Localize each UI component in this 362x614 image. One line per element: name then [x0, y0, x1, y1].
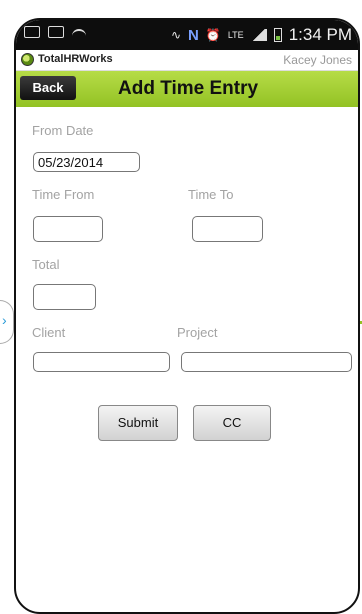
- title-bar: Back Add Time Entry: [16, 71, 358, 107]
- status-bar: ∿ N ⏰ LTE 1:34 PM: [16, 20, 358, 50]
- project-field[interactable]: [181, 352, 352, 372]
- status-icons-right: ∿ N ⏰ LTE 1:34 PM: [171, 25, 352, 45]
- side-panel-handle[interactable]: ›: [0, 300, 14, 344]
- app-name: TotalHRWorks: [38, 53, 113, 65]
- page-title: Add Time Entry: [118, 78, 259, 99]
- from-date-field[interactable]: [33, 152, 140, 172]
- app-logo-icon: [21, 53, 34, 66]
- time-to-field[interactable]: [192, 216, 263, 242]
- back-button[interactable]: Back: [20, 76, 76, 100]
- cc-button[interactable]: CC: [193, 405, 271, 441]
- signal-icon: [250, 29, 267, 41]
- lte-icon: LTE: [227, 30, 244, 40]
- nfc-icon: N: [188, 26, 199, 44]
- time-to-label: Time To: [188, 187, 234, 202]
- from-date-label: From Date: [32, 123, 94, 138]
- project-label: Project: [177, 325, 218, 340]
- user-name: Kacey Jones: [283, 53, 352, 67]
- submit-button[interactable]: Submit: [98, 405, 178, 441]
- total-field[interactable]: [33, 284, 96, 310]
- client-field[interactable]: [33, 352, 170, 372]
- time-from-label: Time From: [32, 187, 95, 202]
- wifi-hotspot-icon: [72, 29, 86, 41]
- client-label: Client: [32, 325, 66, 340]
- alarm-icon: ⏰: [205, 28, 221, 42]
- chevron-right-icon: ›: [2, 312, 7, 328]
- phone-screen: ∿ N ⏰ LTE 1:34 PM TotalHRWorks Kacey Jon…: [14, 18, 360, 614]
- image-icon: [24, 26, 40, 38]
- status-time: 1:34 PM: [288, 25, 352, 44]
- battery-icon: [273, 28, 282, 42]
- message-icon: [48, 26, 64, 38]
- total-label: Total: [32, 257, 60, 272]
- status-icons-left: [24, 26, 86, 41]
- time-from-field[interactable]: [33, 216, 103, 242]
- vibrate-icon: ∿: [170, 28, 182, 42]
- app-bar: TotalHRWorks Kacey Jones: [16, 50, 358, 71]
